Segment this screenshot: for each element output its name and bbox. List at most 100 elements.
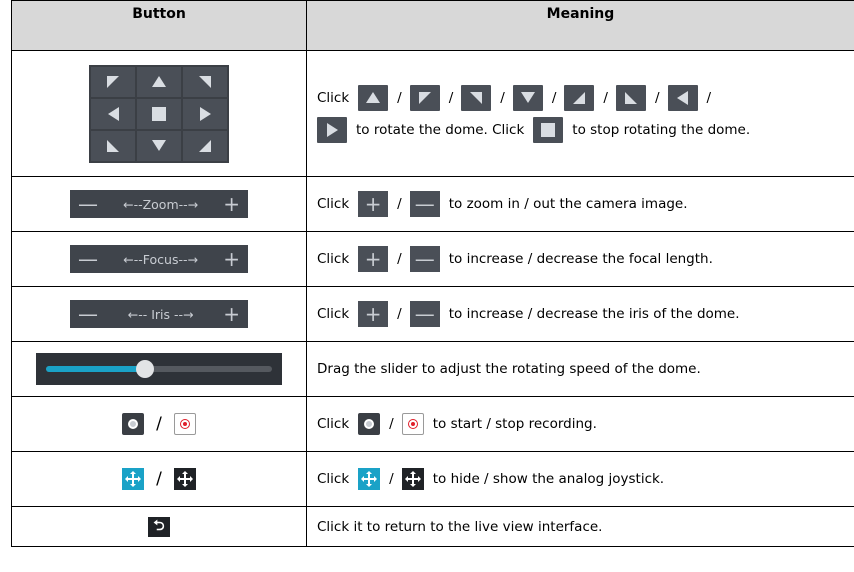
record-buttons-cell: /	[11, 396, 307, 452]
direction-meaning: Click / / / / / / / to rotate the dome. …	[306, 50, 854, 177]
speed-slider[interactable]	[36, 353, 282, 385]
direction-pad	[89, 64, 229, 163]
iris-minus-icon[interactable]: —	[78, 304, 98, 324]
stop-rotate-button[interactable]	[137, 98, 181, 129]
plus-tile-icon: +	[358, 301, 389, 327]
move-arrows-icon	[125, 470, 142, 487]
arrow-downright-icon	[199, 139, 211, 152]
rotate-upright-button[interactable]	[183, 66, 227, 97]
arrow-upright-icon	[199, 75, 211, 88]
slash-text: /	[500, 89, 505, 106]
slash-text: /	[448, 89, 454, 106]
arrow-downleft-icon	[107, 139, 119, 152]
slash-text: /	[551, 89, 557, 106]
slash-text: /	[156, 468, 162, 489]
record-meaning: Click / to start / stop recording.	[306, 396, 854, 452]
arrow-up-icon	[152, 76, 166, 87]
minus-tile-icon: —	[409, 246, 440, 272]
focus-minus-icon[interactable]: —	[78, 249, 98, 269]
back-button-cell: ⮌	[11, 506, 307, 547]
click-text: Click	[317, 416, 350, 432]
zoom-control-bar: — ←--Zoom--→ +	[70, 190, 248, 218]
joystick-hide-button[interactable]	[122, 467, 145, 490]
arrow-upleft-icon	[107, 75, 119, 88]
slash-text: /	[603, 89, 608, 106]
record-on-icon	[401, 413, 424, 435]
table-header-row: Button Meaning	[11, 0, 854, 51]
rotate-down-button[interactable]	[137, 130, 181, 161]
downright-arrow-tile-icon	[564, 84, 595, 111]
rotate-right-button[interactable]	[183, 98, 227, 129]
stop-rotate-text: to stop rotating the dome.	[572, 121, 751, 138]
back-text: Click it to return to the live view inte…	[317, 518, 603, 535]
table-row-speed: Drag the slider to adjust the rotating s…	[11, 341, 854, 397]
slash-text: /	[389, 416, 394, 432]
record-text: to start / stop recording.	[432, 416, 597, 432]
column-header-meaning: Meaning	[306, 0, 854, 51]
rotate-text: to rotate the dome. Click	[356, 121, 525, 138]
left-arrow-tile-icon	[667, 84, 698, 111]
iris-control-bar: — ←-- Iris --→ +	[70, 300, 248, 328]
slash-text: /	[706, 89, 712, 106]
slash-text: /	[156, 414, 162, 434]
rotate-downleft-button[interactable]	[91, 130, 135, 161]
zoom-meaning: Click + / — to zoom in / out the camera …	[306, 176, 854, 232]
slider-handle[interactable]	[136, 360, 155, 378]
click-text: Click	[317, 196, 350, 212]
click-text: Click	[317, 471, 350, 487]
focus-label: ←--Focus--→	[123, 251, 198, 267]
direction-pad-cell	[11, 50, 307, 177]
zoom-in-plus-icon[interactable]: +	[223, 194, 240, 214]
downleft-arrow-tile-icon	[615, 84, 646, 111]
focus-control-bar: — ←--Focus--→ +	[70, 245, 248, 273]
rotate-left-button[interactable]	[91, 98, 135, 129]
rotate-downright-button[interactable]	[183, 130, 227, 161]
stop-tile-icon	[533, 116, 564, 143]
table-row-direction: Click / / / / / / / to rotate the dome. …	[11, 50, 854, 177]
table-row-record: / Click / to start / stop recording.	[11, 396, 854, 452]
upleft-arrow-tile-icon	[409, 84, 440, 111]
arrow-down-icon	[152, 140, 166, 151]
move-arrows-dark-icon	[401, 468, 424, 490]
down-arrow-tile-icon	[512, 84, 543, 111]
record-start-button[interactable]	[122, 413, 145, 435]
table-row-joystick: / Click / to hide / show the analog joys…	[11, 451, 854, 507]
iris-bar-cell: — ←-- Iris --→ +	[11, 286, 307, 342]
zoom-out-minus-icon[interactable]: —	[78, 194, 98, 214]
slash-text: /	[389, 471, 394, 487]
record-off-icon	[358, 413, 381, 435]
click-text: Click	[317, 306, 350, 322]
iris-plus-icon[interactable]: +	[223, 304, 240, 324]
slash-text: /	[397, 89, 402, 106]
joystick-show-button[interactable]	[173, 467, 196, 490]
joystick-meaning: Click / to hide / show the analog joysti…	[306, 451, 854, 507]
joystick-text: to hide / show the analog joystick.	[432, 471, 665, 487]
record-stop-button[interactable]	[173, 413, 196, 435]
slider-fill	[46, 366, 146, 372]
focus-text: to increase / decrease the focal length.	[448, 251, 713, 267]
click-text: Click	[317, 251, 350, 267]
slash-text: /	[654, 89, 660, 106]
plus-tile-icon: +	[358, 191, 389, 217]
slash-text: /	[397, 306, 402, 322]
minus-tile-icon: —	[409, 301, 440, 327]
move-arrows-icon	[176, 470, 193, 487]
speed-slider-cell	[11, 341, 307, 397]
ptz-button-table: Button Meaning Click / / / / / / / to ro…	[11, 0, 854, 547]
minus-tile-icon: —	[409, 191, 440, 217]
slider-track	[46, 360, 272, 378]
rotate-upleft-button[interactable]	[91, 66, 135, 97]
iris-meaning: Click + / — to increase / decrease the i…	[306, 286, 854, 342]
arrow-left-icon	[107, 106, 119, 121]
rotate-up-button[interactable]	[137, 66, 181, 97]
return-button[interactable]: ⮌	[148, 516, 170, 537]
speed-text: Drag the slider to adjust the rotating s…	[317, 361, 701, 377]
record-on-icon	[180, 420, 189, 428]
slash-text: /	[397, 196, 402, 212]
right-arrow-tile-icon	[317, 116, 347, 143]
table-row-iris: — ←-- Iris --→ + Click + / — to increase…	[11, 286, 854, 342]
focus-plus-icon[interactable]: +	[223, 249, 240, 269]
focus-meaning: Click + / — to increase / decrease the f…	[306, 231, 854, 287]
slash-text: /	[397, 251, 402, 267]
move-arrows-teal-icon	[358, 468, 381, 490]
